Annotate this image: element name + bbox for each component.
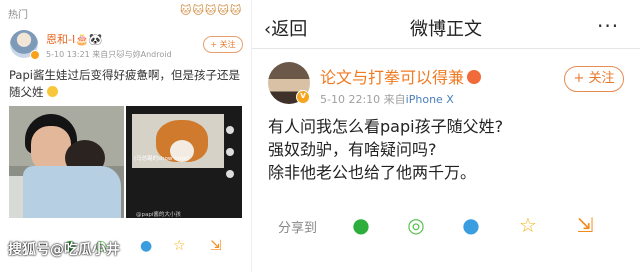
source-device-link[interactable]: iPhone X [406,93,454,106]
post-line-3: 除非他老公也给了他两千万。 [268,163,477,182]
video-caption: (马总踢的show time) [134,156,189,162]
verified-badge-icon: v [296,90,310,104]
username[interactable]: 论文与打拳可以得兼 [320,64,482,88]
qq-icon[interactable]: ● [140,238,152,254]
photo-blanket [23,166,121,218]
follow-button[interactable]: + 关注 [564,66,624,92]
video-watermark: @papi酱的大小孩 [136,212,181,218]
like-icon[interactable] [226,126,234,134]
post-text-content: Papi酱生娃过后变得好疲惫啊，但是孩子还是随父姓 [9,68,240,99]
right-post-panel: ‹返回 微博正文 ··· v 论文与打拳可以得兼 5-10 22:10 来自iP… [251,0,640,272]
favorite-star-icon[interactable]: ☆ [173,238,186,254]
post-line-2: 强奴劲驴，有啥疑问吗? [268,140,437,159]
section-tag: 热门 [8,10,28,21]
post-time: 5-10 22:10 [320,93,381,106]
back-button[interactable]: ‹返回 [264,15,307,41]
left-post-panel: 热门 🐱🐱🐱🐱🐱 恩和-I🎂🐼 5-10 13:21 来自只🐱与妳Android… [0,0,247,272]
favorite-star-icon[interactable]: ☆ [515,212,541,238]
username-text: 论文与打拳可以得兼 [320,68,465,87]
qq-icon[interactable]: ● [458,212,484,238]
post-text: Papi酱生娃过后变得好疲惫啊，但是孩子还是随父姓 [9,67,241,101]
verified-badge-icon [30,50,40,60]
cat-stickers: 🐱🐱🐱🐱🐱 [180,4,243,17]
follow-button[interactable]: + 关注 [203,36,243,53]
post-body: 有人问我怎么看papi孩子随父姓? 强奴劲驴，有啥疑问吗? 除非他老公也给了他两… [268,115,628,184]
comment-icon[interactable] [226,148,234,156]
post-line-1: 有人问我怎么看papi孩子随父姓? [268,117,504,136]
source-watermark: 搜狐号@吃瓜小井 [8,242,120,258]
page-title: 微博正文 [410,19,482,40]
moments-icon[interactable]: ◎ [403,212,429,238]
wechat-icon[interactable]: ● [348,212,374,238]
more-options-icon[interactable]: ··· [597,14,619,38]
header-divider [252,48,640,49]
post-meta: 5-10 22:10 来自iPhone X [320,91,454,107]
smile-emoji-icon [47,86,59,97]
username[interactable]: 恩和-I🎂🐼 [46,31,103,47]
download-icon[interactable]: ⇲ [210,238,222,254]
post-meta: 5-10 13:21 来自只🐱与妳Android [46,50,172,59]
post-photo-mother-baby[interactable] [9,106,124,218]
share-icon[interactable] [226,170,234,178]
angry-emoji-icon [467,70,482,84]
back-label: 返回 [271,19,308,40]
source-prefix: 来自 [383,93,406,106]
share-label: 分享到 [278,221,318,236]
download-icon[interactable]: ⇲ [572,212,598,238]
post-video-cat[interactable]: (马总踢的show time) @papi酱的大小孩 [126,106,242,218]
